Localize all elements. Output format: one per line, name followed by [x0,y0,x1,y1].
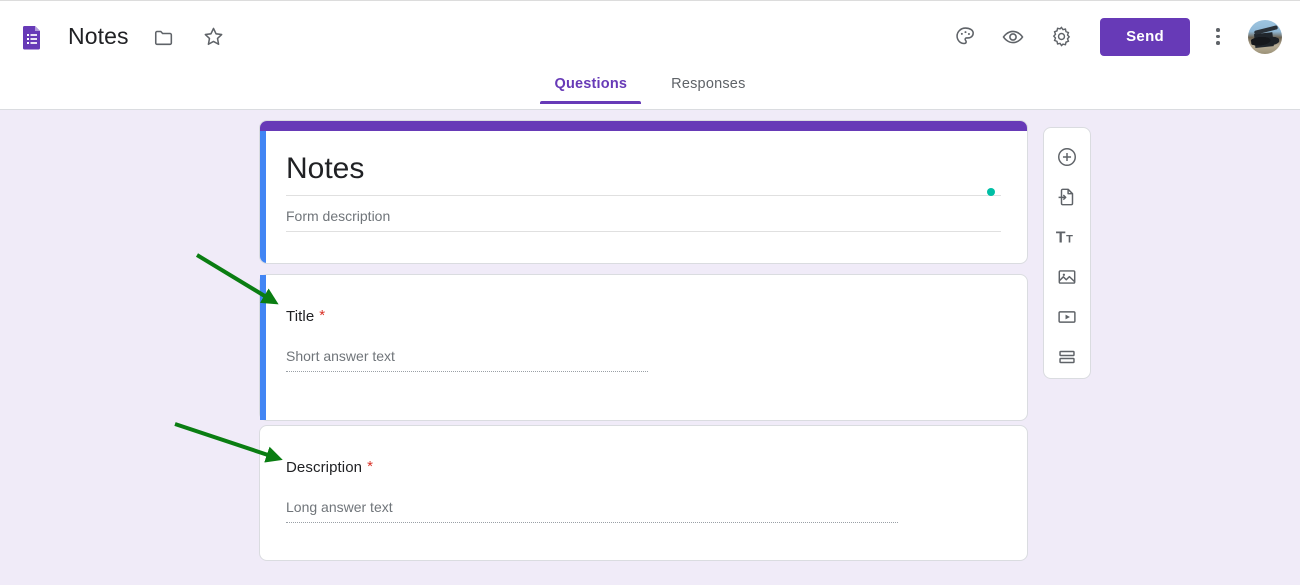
tab-questions[interactable]: Questions [532,72,649,104]
document-title[interactable]: Notes [68,23,129,50]
star-outline-icon[interactable] [201,24,227,50]
folder-icon[interactable] [151,24,177,50]
question-card-title[interactable]: Title * Short answer text [259,274,1028,421]
question-card-description[interactable]: Description * Long answer text [259,425,1028,561]
gear-icon[interactable] [1040,16,1082,58]
avatar[interactable] [1248,19,1282,54]
tab-responses[interactable]: Responses [649,72,767,104]
form-title-input[interactable]: Notes [286,151,1001,196]
long-answer-placeholder[interactable]: Long answer text [286,499,898,523]
svg-text:T: T [1066,234,1073,246]
add-image-icon[interactable] [1047,257,1087,297]
required-asterisk: * [367,458,374,475]
required-asterisk: * [319,307,326,324]
send-button[interactable]: Send [1100,17,1190,56]
add-video-icon[interactable] [1047,297,1087,337]
form-header-card[interactable]: Notes Form description [259,120,1028,264]
add-section-icon[interactable] [1047,337,1087,377]
theme-color-strip [260,121,1027,131]
three-dots-vertical-icon[interactable] [1198,17,1238,57]
short-answer-placeholder[interactable]: Short answer text [286,348,648,372]
palette-icon[interactable] [944,16,986,58]
form-canvas: Notes Form description Title * Short answ… [0,111,1300,585]
form-description-input[interactable]: Form description [286,196,1001,232]
dot [1216,28,1220,32]
dot [1216,34,1220,39]
eye-icon[interactable] [992,16,1034,58]
question-label-description[interactable]: Description * [286,459,1001,476]
add-title-description-icon[interactable]: T T [1047,217,1087,257]
google-forms-logo-icon [18,23,46,51]
question-label-text: Title [286,308,315,325]
selected-accent-bar [260,275,266,420]
selected-accent-bar [260,131,266,263]
add-item-toolbar: T T [1043,127,1091,379]
import-questions-icon[interactable] [1047,177,1087,217]
tab-bar: Questions Responses [0,72,1300,110]
dot [1216,41,1220,45]
status-dot [987,188,995,196]
question-label-title[interactable]: Title * [286,308,1001,325]
question-label-text: Description [286,459,363,476]
svg-text:T: T [1056,230,1066,247]
add-question-icon[interactable] [1047,137,1087,177]
top-bar: Notes Send [0,0,1300,72]
